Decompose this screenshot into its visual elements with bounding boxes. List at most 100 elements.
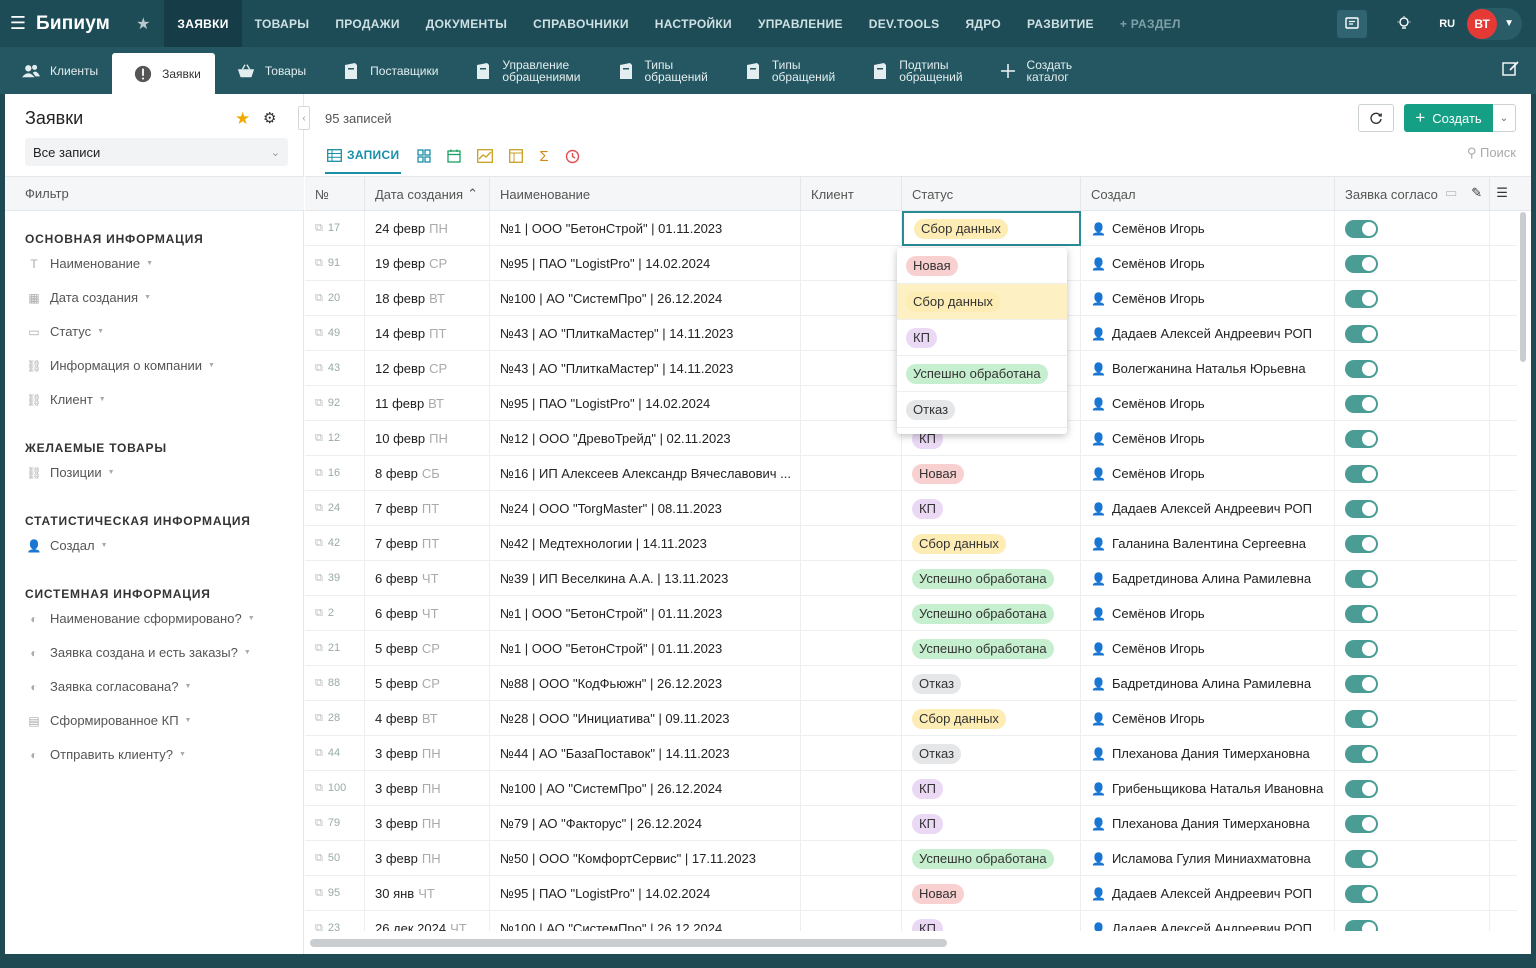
filter-item[interactable]: ◐ Отправить клиенту? ▼ [25,747,186,762]
approved-cell[interactable] [1335,351,1490,386]
copy-icon[interactable]: ⧉ [315,677,323,689]
approved-cell[interactable] [1335,421,1490,456]
filter-item[interactable]: 👤 Создал ▼ [25,538,108,553]
date-cell[interactable]: 3 февр ПН [365,806,490,841]
status-cell[interactable]: Сбор данных [902,526,1081,561]
date-cell[interactable]: 5 февр СР [365,631,490,666]
name-cell[interactable]: №100 | АО "СистемПро" | 26.12.2024 [490,771,801,806]
status-option[interactable]: Сбор данных [897,284,1067,320]
date-cell[interactable]: 6 февр ЧТ [365,561,490,596]
gear-icon[interactable]: ⚙ [263,109,276,127]
tab-history[interactable] [565,138,580,174]
name-cell[interactable]: №1 | ООО "БетонСтрой" | 01.11.2023 [490,211,801,246]
approved-cell[interactable] [1335,456,1490,491]
row-number-cell[interactable]: ⧉ 100 [305,771,365,806]
favorite-star-icon[interactable]: ★ [235,109,250,129]
approved-toggle[interactable] [1345,429,1378,448]
table-row[interactable]: ⧉ 95 30 янв ЧТ №95 | ПАО "LogistPro" | 14.02… [305,876,1517,911]
row-number-cell[interactable]: ⧉ 28 [305,701,365,736]
client-cell[interactable] [801,666,902,701]
client-cell[interactable] [801,911,902,931]
column-header[interactable]: Дата создания ⌃ [365,177,490,211]
table-row[interactable]: ⧉ 23 26 дек 2024 ЧТ №100 | АО "СистемПро" | … [305,911,1517,931]
edit-catalog-icon[interactable] [1502,61,1520,80]
name-cell[interactable]: №95 | ПАО "LogistPro" | 14.02.2024 [490,386,801,421]
table-row[interactable]: ⧉ 88 5 февр СР №88 | ООО "КодФьюжн" | 26.12.… [305,666,1517,701]
created-by-cell[interactable]: 👤 Исламова Гулия Миниахматовна [1081,841,1335,876]
approved-toggle[interactable] [1345,289,1378,308]
date-cell[interactable]: 18 февр ВТ [365,281,490,316]
row-number-cell[interactable]: ⧉ 50 [305,841,365,876]
client-cell[interactable] [801,246,902,281]
row-number-cell[interactable]: ⧉ 79 [305,806,365,841]
row-number-cell[interactable]: ⧉ 24 [305,491,365,526]
client-cell[interactable] [801,876,902,911]
row-number-cell[interactable]: ⧉ 44 [305,736,365,771]
date-cell[interactable]: 6 февр ЧТ [365,596,490,631]
name-cell[interactable]: №79 | АО "Факторус" | 26.12.2024 [490,806,801,841]
name-cell[interactable]: №95 | ПАО "LogistPro" | 14.02.2024 [490,876,801,911]
approved-cell[interactable] [1335,596,1490,631]
approved-toggle[interactable] [1345,324,1378,343]
tab-sum[interactable]: Σ [539,138,548,174]
date-cell[interactable]: 19 февр СР [365,246,490,281]
create-dropdown-button[interactable]: ⌄ [1493,104,1516,132]
approved-cell[interactable] [1335,701,1490,736]
date-cell[interactable]: 7 февр ПТ [365,491,490,526]
copy-icon[interactable]: ⧉ [315,397,323,409]
name-cell[interactable]: №42 | Медтехнологии | 14.11.2023 [490,526,801,561]
copy-icon[interactable]: ⧉ [315,607,323,619]
approved-toggle[interactable] [1345,639,1378,658]
search-input[interactable]: ⚲ Поиск [1467,145,1516,161]
tab-calendar[interactable] [447,138,462,174]
topnav-item[interactable]: ЯДРО [952,0,1014,47]
client-cell[interactable] [801,491,902,526]
user-menu[interactable]: ВТ ▼ [1467,7,1522,40]
status-cell[interactable]: Успешно обработана [902,631,1081,666]
created-by-cell[interactable]: 👤 Плеханова Дания Тимерхановна [1081,806,1335,841]
sort-asc-icon[interactable]: ⌃ [467,186,478,202]
row-number-cell[interactable]: ⧉ 91 [305,246,365,281]
subtab[interactable]: Товары [215,47,320,94]
name-cell[interactable]: №100 | АО "СистемПро" | 26.12.2024 [490,281,801,316]
created-by-cell[interactable]: 👤 Семёнов Игорь [1081,211,1335,246]
approved-toggle[interactable] [1345,254,1378,273]
created-by-cell[interactable]: 👤 Дадаев Алексей Андреевич РОП [1081,876,1335,911]
copy-icon[interactable]: ⧉ [315,292,323,304]
app-logo[interactable]: Бипиум [36,13,110,35]
client-cell[interactable] [801,841,902,876]
column-header[interactable]: Статус [902,177,1081,211]
approved-cell[interactable] [1335,281,1490,316]
subtab[interactable]: Подтипы обращений [849,47,976,94]
created-by-cell[interactable]: 👤 Бадретдинова Алина Рамилевна [1081,666,1335,701]
column-header[interactable]: Наименование [490,177,801,211]
date-cell[interactable]: 14 февр ПТ [365,316,490,351]
table-row[interactable]: ⧉ 44 3 февр ПН №44 | АО "БазаПоставок" | 14.… [305,736,1517,771]
approved-cell[interactable] [1335,316,1490,351]
table-row[interactable]: ⧉ 100 3 февр ПН №100 | АО "СистемПро" | 26.1… [305,771,1517,806]
table-row[interactable]: ⧉ 28 4 февр ВТ №28 | ООО "Инициатива" | 09.1… [305,701,1517,736]
client-cell[interactable] [801,456,902,491]
approved-toggle[interactable] [1345,219,1378,238]
approved-cell[interactable] [1335,876,1490,911]
client-cell[interactable] [801,526,902,561]
tab-kanban[interactable] [509,138,524,174]
approved-toggle[interactable] [1345,744,1378,763]
approved-toggle[interactable] [1345,779,1378,798]
client-cell[interactable] [801,211,902,246]
approved-toggle[interactable] [1345,499,1378,518]
status-option[interactable]: Новая [897,248,1067,284]
list-icon[interactable]: ☰ [1496,185,1508,201]
copy-icon[interactable]: ⧉ [315,852,323,864]
created-by-cell[interactable]: 👤 Семёнов Игорь [1081,631,1335,666]
approved-toggle[interactable] [1345,674,1378,693]
row-number-cell[interactable]: ⧉ 21 [305,631,365,666]
filter-item[interactable]: ⛓ Информация о компании ▼ [25,358,215,373]
approved-toggle[interactable] [1345,464,1378,483]
vertical-scrollbar[interactable] [1520,212,1526,362]
name-cell[interactable]: №44 | АО "БазаПоставок" | 14.11.2023 [490,736,801,771]
client-cell[interactable] [801,736,902,771]
chevron-down-icon[interactable]: ▼ [1504,18,1514,29]
filter-item[interactable]: ◐ Заявка создана и есть заказы? ▼ [25,645,250,660]
approved-toggle[interactable] [1345,534,1378,553]
